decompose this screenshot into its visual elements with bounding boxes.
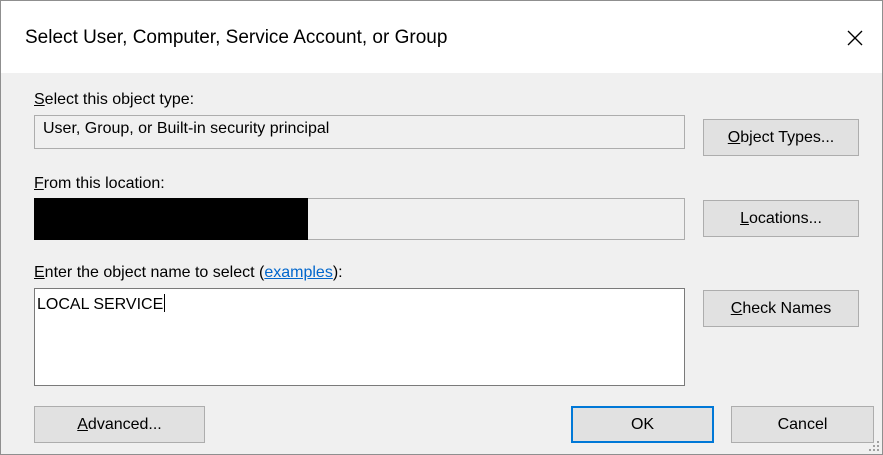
text-caret: [164, 294, 166, 312]
select-user-dialog: Select User, Computer, Service Account, …: [0, 0, 883, 455]
resize-grip-icon[interactable]: [869, 441, 879, 451]
title-bar: Select User, Computer, Service Account, …: [1, 1, 882, 73]
object-type-field: User, Group, or Built-in security princi…: [34, 115, 685, 149]
examples-link[interactable]: examples: [264, 264, 332, 281]
dialog-title: Select User, Computer, Service Account, …: [25, 27, 448, 48]
cancel-button[interactable]: Cancel: [731, 406, 874, 443]
close-icon: [847, 30, 863, 46]
locations-button[interactable]: Locations...: [703, 200, 859, 237]
object-types-button[interactable]: Object Types...: [703, 119, 859, 156]
close-button[interactable]: [838, 21, 872, 55]
redacted-block: [34, 198, 308, 240]
object-name-label: Enter the object name to select (example…: [34, 264, 343, 281]
object-name-value: LOCAL SERVICE: [37, 296, 164, 313]
check-names-button[interactable]: Check Names: [703, 290, 859, 327]
object-type-value: User, Group, or Built-in security princi…: [43, 120, 330, 137]
object-type-label: Select this object type:: [34, 91, 195, 108]
object-name-input[interactable]: LOCAL SERVICE: [34, 288, 685, 386]
location-label: From this location:: [34, 175, 165, 192]
ok-button[interactable]: OK: [571, 406, 714, 443]
advanced-button[interactable]: Advanced...: [34, 406, 205, 443]
